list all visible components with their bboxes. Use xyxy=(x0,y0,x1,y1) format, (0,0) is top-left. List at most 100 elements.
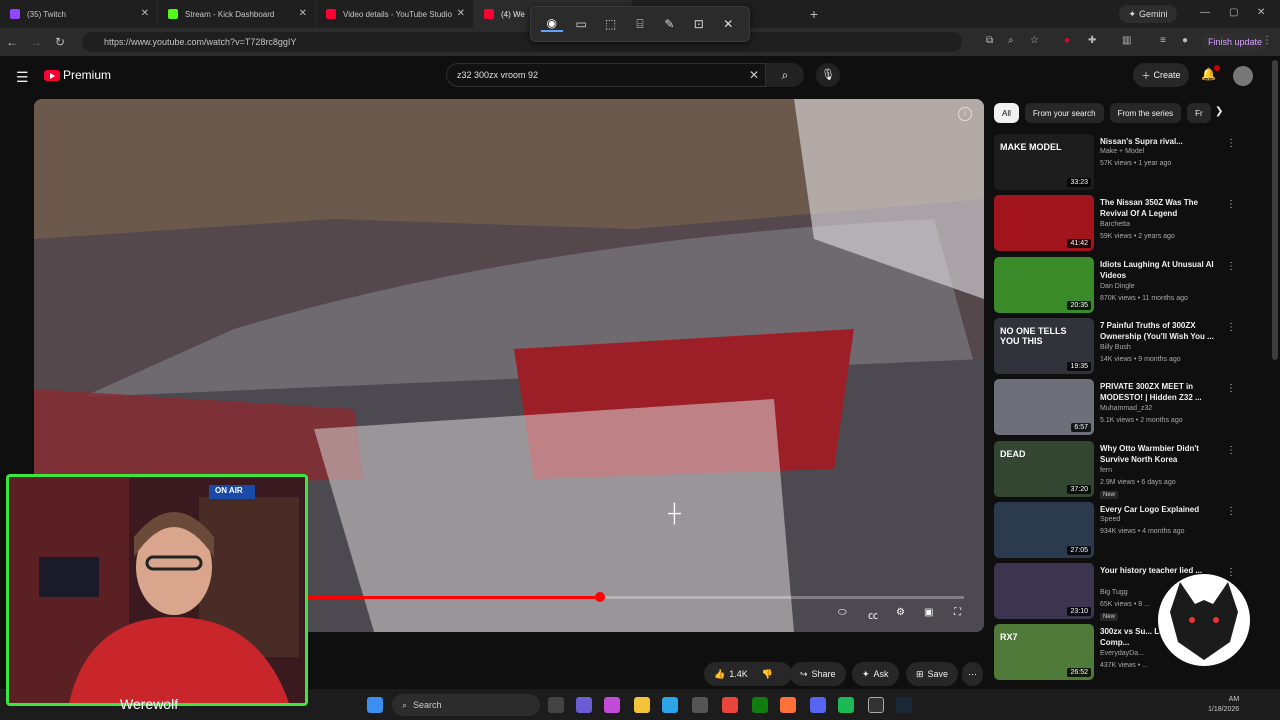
sidebar-icon[interactable]: ▥ xyxy=(1122,35,1131,46)
video-thumbnail[interactable]: 41:42 xyxy=(994,195,1094,252)
video-thumbnail[interactable]: DEAD 37:20 xyxy=(994,440,1094,497)
gemini-button[interactable]: ✦ Gemini xyxy=(1119,5,1177,23)
video-title[interactable]: Why Otto Warmbier Didn't Survive North K… xyxy=(1100,443,1218,465)
channel-name[interactable]: EverydayDa... xyxy=(1100,650,1144,657)
video-title[interactable]: Idiots Laughing At Unusual AI Videos xyxy=(1100,259,1218,281)
channel-name[interactable]: fern xyxy=(1100,467,1112,474)
channel-name[interactable]: Dan Dingle xyxy=(1100,283,1135,290)
recommendation-item[interactable]: 20:35 Idiots Laughing At Unusual AI Video… xyxy=(994,256,1264,314)
store-icon[interactable] xyxy=(692,697,708,713)
channel-name[interactable]: Billy Bush xyxy=(1100,344,1131,351)
chevron-right-icon[interactable]: ❯ xyxy=(1215,106,1223,117)
more-vert-icon[interactable]: ⋮ xyxy=(1226,506,1236,517)
video-title[interactable]: The Nissan 350Z Was The Revival Of A Leg… xyxy=(1100,197,1218,219)
video-title[interactable]: Every Car Logo Explained xyxy=(1100,504,1218,515)
like-icon[interactable]: 👍 xyxy=(714,669,725,680)
task-view-icon[interactable] xyxy=(548,697,564,713)
create-button[interactable]: ＋ Create xyxy=(1133,63,1189,87)
more-actions-button[interactable]: ⋯ xyxy=(962,662,983,686)
finish-update-button[interactable]: Finish update xyxy=(1202,33,1268,51)
steam-icon[interactable] xyxy=(896,697,912,713)
recommendation-item[interactable]: 27:05 Every Car Logo Explained Speed 934K v… xyxy=(994,501,1264,559)
video-title[interactable]: PRIVATE 300ZX MEET in MODESTO! | Hidden … xyxy=(1100,381,1218,403)
forward-icon[interactable]: → xyxy=(24,35,48,49)
video-thumbnail[interactable]: 27:05 xyxy=(994,501,1094,558)
chrome-icon[interactable] xyxy=(722,697,738,713)
menu-icon[interactable]: ☰ xyxy=(16,69,29,86)
browser-menu-icon[interactable]: ⋮ xyxy=(1262,35,1272,46)
rectangle-mode-icon[interactable]: ⬚ xyxy=(600,17,622,31)
miniplayer-icon[interactable]: ▣ xyxy=(924,607,933,618)
system-clock[interactable]: AM 1/18/2026 xyxy=(1208,695,1239,715)
tab-close-icon[interactable]: ✕ xyxy=(299,8,307,19)
text-extract-icon[interactable]: ⌸ xyxy=(629,17,651,32)
media-player-icon[interactable] xyxy=(868,697,884,713)
filter-chip[interactable]: Fr xyxy=(1187,103,1211,123)
video-thumbnail[interactable]: 23:10 xyxy=(994,563,1094,620)
voice-search-button[interactable]: 🎙 xyxy=(816,63,840,87)
xbox-icon[interactable] xyxy=(752,697,768,713)
more-vert-icon[interactable]: ⋮ xyxy=(1226,383,1236,394)
page-scrollbar[interactable] xyxy=(1272,60,1278,360)
maximize-icon[interactable]: ▢ xyxy=(1229,7,1238,18)
share-button[interactable]: ↪ Share xyxy=(790,662,846,686)
video-thumbnail[interactable]: RX7 26:52 xyxy=(994,624,1094,681)
video-thumbnail[interactable]: 20:35 xyxy=(994,256,1094,313)
bookmark-star-icon[interactable]: ☆ xyxy=(1030,35,1039,46)
start-windows-icon[interactable] xyxy=(367,697,383,713)
channel-name[interactable]: Muhammad_z32 xyxy=(1100,405,1152,412)
extension-icon[interactable]: ● xyxy=(1064,35,1070,46)
profile-icon[interactable]: ● xyxy=(1182,35,1188,46)
fullscreen-icon[interactable]: ⛶ xyxy=(954,607,961,618)
clear-search-icon[interactable]: ✕ xyxy=(749,68,759,82)
autoplay-toggle[interactable]: ⬭ xyxy=(838,607,847,618)
dislike-icon[interactable]: 👎 xyxy=(762,669,773,680)
more-vert-icon[interactable]: ⋮ xyxy=(1226,138,1236,149)
captions-icon[interactable]: ㏄ xyxy=(868,607,878,622)
info-icon[interactable]: i xyxy=(958,107,972,121)
zoom-icon[interactable]: ⌕ xyxy=(1008,35,1014,46)
youtube-logo[interactable]: Premium xyxy=(44,68,111,82)
scan-icon[interactable]: ⊡ xyxy=(688,17,710,31)
teams-icon[interactable] xyxy=(576,697,592,713)
edge-icon[interactable] xyxy=(662,697,678,713)
browser-tab[interactable]: (35) Twitch ✕ xyxy=(0,0,158,28)
tab-close-icon[interactable]: ✕ xyxy=(141,8,149,19)
video-thumbnail[interactable]: MAKE MODEL 33:23 xyxy=(994,134,1094,190)
video-thumbnail[interactable]: 6:57 xyxy=(994,379,1094,436)
channel-name[interactable]: Speed xyxy=(1100,516,1120,523)
more-vert-icon[interactable]: ⋮ xyxy=(1226,261,1236,272)
video-title[interactable]: Nissan's Supra rival... xyxy=(1100,136,1218,147)
minimize-icon[interactable]: — xyxy=(1200,7,1210,18)
recommendation-item[interactable]: 6:57 PRIVATE 300ZX MEET in MODESTO! | Hid… xyxy=(994,379,1264,436)
spotify-icon[interactable] xyxy=(838,697,854,713)
search-input[interactable]: z32 300zx vroom 92 ✕ xyxy=(446,63,766,87)
firefox-icon[interactable] xyxy=(780,697,796,713)
avatar[interactable] xyxy=(1233,66,1253,86)
filter-chip[interactable]: All xyxy=(994,103,1019,123)
file-explorer-icon[interactable] xyxy=(634,697,650,713)
search-button[interactable]: ⌕ xyxy=(766,63,804,87)
browser-tab[interactable]: Stream - Kick Dashboard ✕ xyxy=(158,0,316,28)
new-tab-icon[interactable]: + xyxy=(802,6,826,22)
recommendation-item[interactable]: NO ONE TELLS YOU THIS 19:35 7 Painful Trut… xyxy=(994,317,1264,375)
channel-name[interactable]: Make + Model xyxy=(1100,148,1144,155)
more-vert-icon[interactable]: ⋮ xyxy=(1226,445,1236,456)
notifications-bell-icon[interactable]: 🔔 xyxy=(1201,65,1220,81)
window-close-icon[interactable]: ✕ xyxy=(1257,7,1265,18)
pen-icon[interactable]: ✎ xyxy=(658,17,680,31)
tab-close-icon[interactable]: ✕ xyxy=(457,8,465,19)
media-icon[interactable]: ≡ xyxy=(1160,35,1166,46)
video-title[interactable]: 7 Painful Truths of 300ZX Ownership (You… xyxy=(1100,320,1218,342)
browser-tab[interactable]: Video details - YouTube Studio ✕ xyxy=(316,0,474,28)
recommendation-item[interactable]: 41:42 The Nissan 350Z Was The Revival Of … xyxy=(994,195,1264,252)
ask-button[interactable]: ✦ Ask xyxy=(852,662,899,686)
camera-icon[interactable]: ◉ xyxy=(540,16,563,32)
extensions-puzzle-icon[interactable]: ✚ xyxy=(1088,35,1096,46)
filter-chip[interactable]: From the series xyxy=(1109,103,1182,123)
settings-gear-icon[interactable]: ⚙ xyxy=(896,607,905,618)
reload-icon[interactable]: ↻ xyxy=(48,35,72,49)
url-field[interactable]: https://www.youtube.com/watch?v=T728rc8g… xyxy=(82,32,962,52)
more-vert-icon[interactable]: ⋮ xyxy=(1226,322,1236,333)
taskbar-search[interactable]: ⌕ Search xyxy=(392,694,540,716)
